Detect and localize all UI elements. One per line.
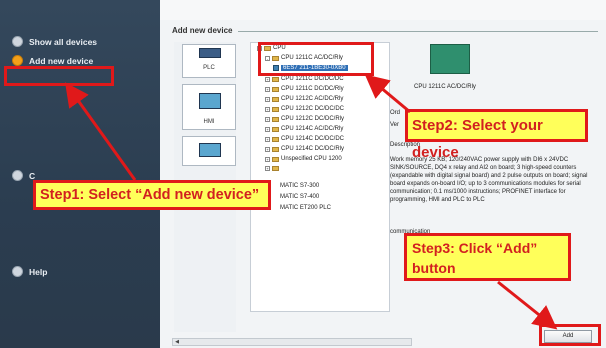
tree-item[interactable]: + Unspecified CPU 1200 (265, 156, 342, 162)
plc-icon (199, 48, 221, 58)
tree-label: CPU 1211C DC/DC/Rly (281, 86, 344, 92)
tree-item[interactable]: + CPU 1214C DC/DC/DC (265, 136, 344, 142)
tree-item[interactable]: + (265, 166, 281, 171)
folder-icon (272, 116, 279, 122)
category-label: PLC (203, 65, 215, 71)
sidebar-item-show-all-devices[interactable]: Show all devices (12, 36, 97, 47)
sidebar-item-label: C (29, 170, 36, 181)
device-preview-label: CPU 1211C AC/DC/Rly (414, 84, 476, 90)
step2-callout: Step2: Select your device (405, 109, 588, 161)
sidebar: Show all devices Add new device C Help (0, 0, 160, 348)
hmi-icon (199, 93, 221, 109)
category-hmi[interactable]: HMI (182, 84, 236, 130)
category-plc[interactable]: PLC (182, 44, 236, 78)
tree-label: CPU 1214C AC/DC/Rly (281, 126, 344, 132)
tree-label: CPU 1212C DC/DC/DC (281, 106, 345, 112)
folder-icon (272, 156, 279, 162)
radio-dot-icon (12, 266, 23, 277)
main-content: Add new device PLC HMI - CPU - CPU 1211C… (160, 0, 606, 348)
tree-label: CPU 1212C DC/DC/Rly (281, 116, 345, 122)
tree-item[interactable]: + CPU 1214C DC/DC/Rly (265, 146, 344, 152)
expand-icon[interactable]: + (265, 86, 270, 92)
expand-icon[interactable]: + (265, 146, 270, 152)
tree-group[interactable]: MATIC ET200 PLC (280, 205, 331, 211)
step3-line1: Step3: Click “Add” (412, 240, 538, 256)
expand-icon[interactable]: + (265, 116, 270, 122)
tree-label: CPU 1211C DC/DC/DC (281, 76, 344, 82)
tree-item[interactable]: + CPU 1212C DC/DC/Rly (265, 116, 344, 122)
expand-icon[interactable]: + (265, 96, 270, 102)
tree-item[interactable]: + CPU 1212C AC/DC/Rly (265, 96, 343, 102)
pc-system-icon (199, 143, 221, 157)
device-preview-image (430, 44, 470, 74)
folder-icon (272, 96, 279, 102)
step1-callout: Step1: Select “Add new device” (33, 180, 271, 210)
sidebar-item-label: Help (29, 266, 48, 277)
tree-label: CPU 1212C AC/DC/Rly (281, 96, 344, 102)
radio-dot-icon (12, 170, 23, 181)
expand-icon[interactable]: + (265, 106, 270, 112)
radio-dot-active-icon (12, 55, 23, 66)
sidebar-item-configure[interactable]: C (12, 170, 35, 181)
device-tree: - CPU - CPU 1211C AC/DC/Rly 6ES7 211-1BE… (250, 42, 390, 312)
folder-icon (272, 106, 279, 112)
folder-icon (272, 76, 279, 82)
tree-item[interactable]: + CPU 1214C AC/DC/Rly (265, 126, 343, 132)
tree-group[interactable]: MATIC S7-300 (280, 183, 319, 189)
radio-dot-icon (12, 36, 23, 47)
scroll-left-icon[interactable]: ◀ (173, 339, 181, 345)
expand-icon[interactable]: + (265, 136, 270, 142)
step3-line2: button (412, 260, 456, 276)
tree-label: CPU 1214C DC/DC/DC (281, 136, 345, 142)
title-divider (238, 31, 598, 32)
order-number-label: Ord (390, 110, 401, 116)
category-pc[interactable] (182, 136, 236, 166)
tree-group[interactable]: MATIC S7-400 (280, 194, 319, 200)
tree-label: Unspecified CPU 1200 (281, 156, 342, 162)
expand-icon[interactable]: + (265, 126, 270, 132)
highlight-box-add-new-device (4, 66, 114, 86)
tree-item[interactable]: + CPU 1211C DC/DC/Rly (265, 86, 344, 92)
tree-item[interactable]: + CPU 1212C DC/DC/DC (265, 106, 344, 112)
tree-label: CPU 1214C DC/DC/Rly (281, 146, 345, 152)
expand-icon[interactable]: + (265, 156, 270, 162)
highlight-box-add-button (539, 324, 601, 346)
sidebar-item-help[interactable]: Help (12, 266, 47, 277)
sidebar-item-label: Show all devices (29, 36, 98, 47)
highlight-box-device-selection (258, 42, 374, 76)
tree-item[interactable]: + CPU 1211C DC/DC/DC (265, 76, 344, 82)
category-label: HMI (203, 119, 215, 125)
folder-icon (272, 86, 279, 92)
folder-icon (272, 166, 279, 171)
folder-icon (272, 126, 279, 132)
sidebar-item-add-new-device[interactable]: Add new device (12, 55, 93, 66)
page-title: Add new device (172, 26, 233, 35)
sidebar-item-label: Add new device (29, 55, 94, 66)
header-strip (160, 0, 606, 20)
expand-icon[interactable]: + (265, 76, 270, 82)
horizontal-scrollbar[interactable]: ◀ (172, 338, 412, 346)
version-label: Ver (390, 122, 400, 128)
folder-icon (272, 146, 279, 152)
step3-callout: Step3: Click “Add” button (404, 233, 571, 281)
expand-icon[interactable]: + (265, 166, 270, 171)
folder-icon (272, 136, 279, 142)
